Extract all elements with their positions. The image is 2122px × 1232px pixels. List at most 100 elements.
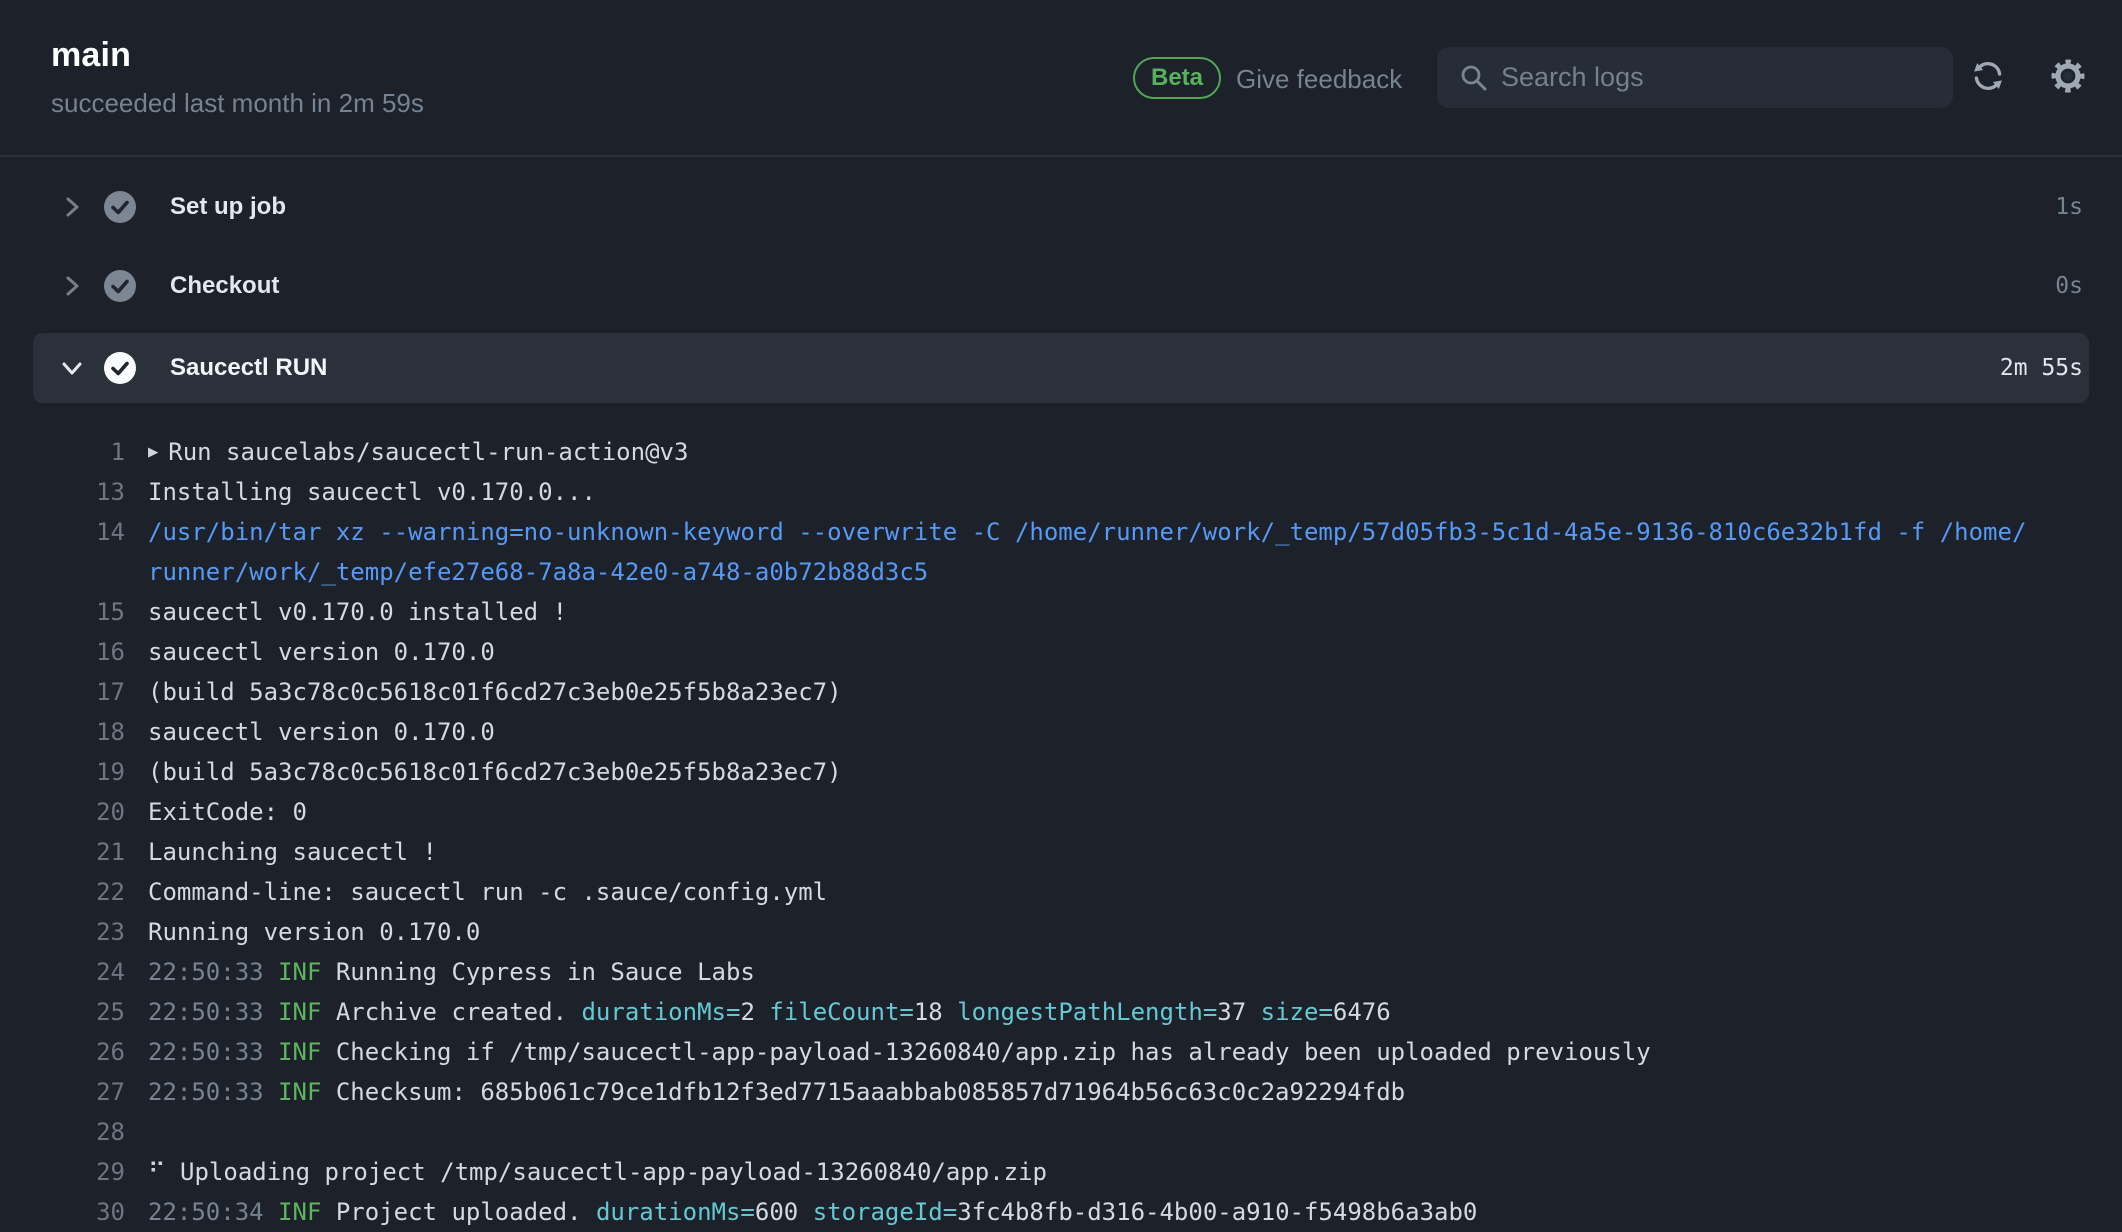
log-segment: durationMs= xyxy=(596,1198,755,1226)
log-segment: 37 xyxy=(1217,998,1260,1026)
log-line-number[interactable]: 20 xyxy=(0,792,125,832)
header: main succeeded last month in 2m 59s Beta… xyxy=(0,0,2122,157)
log-line-number[interactable]: 30 xyxy=(0,1192,125,1232)
step-duration: 2m 55s xyxy=(2000,355,2083,381)
log-segment: saucectl v0.170.0 installed ! xyxy=(148,598,567,626)
log-line-content: ⠋ Uploading project /tmp/saucectl-app-pa… xyxy=(148,1152,2030,1192)
log-segment: Running version 0.170.0 xyxy=(148,918,480,946)
log-segment: Installing saucectl v0.170.0... xyxy=(148,478,596,506)
log-segment: 22:50:33 xyxy=(148,1078,278,1106)
log-line-number[interactable]: 16 xyxy=(0,632,125,672)
log-line: 20 ExitCode: 0 xyxy=(0,792,2122,832)
log-segment: INF xyxy=(278,1198,336,1226)
log-segment: 22:50:33 xyxy=(148,958,278,986)
log-line: 30 22:50:34 INF Project uploaded. duratio… xyxy=(0,1192,2122,1232)
spinner-glyph: ⠋ xyxy=(148,1158,180,1186)
log-segment: 600 xyxy=(755,1198,813,1226)
log-line: 16 saucectl version 0.170.0 xyxy=(0,632,2122,672)
log-segment: 6476 xyxy=(1333,998,1391,1026)
actions-log-viewer: main succeeded last month in 2m 59s Beta… xyxy=(0,0,2122,1232)
step-duration: 0s xyxy=(2055,273,2083,299)
group-expand-triangle-icon: ▶ xyxy=(148,442,158,462)
beta-badge-label: Beta xyxy=(1151,64,1203,92)
beta-badge: Beta xyxy=(1133,57,1221,99)
log-segment: size= xyxy=(1261,998,1333,1026)
log-segment: (build 5a3c78c0c5618c01f6cd27c3eb0e25f5b… xyxy=(148,678,842,706)
log-line-content: Command-line: saucectl run -c .sauce/con… xyxy=(148,872,2030,912)
log-line-content: saucectl v0.170.0 installed ! xyxy=(148,592,2030,632)
refresh-icon xyxy=(1970,82,2006,97)
log-line-content: saucectl version 0.170.0 xyxy=(148,632,2030,672)
log-line-content: saucectl version 0.170.0 xyxy=(148,712,2030,752)
log-line-content: Running version 0.170.0 xyxy=(148,912,2030,952)
log-segment: Command-line: saucectl run -c .sauce/con… xyxy=(148,878,827,906)
step-row-saucectl-run[interactable]: Saucectl RUN 2m 55s xyxy=(33,333,2089,403)
log-segment: /usr/bin/tar xz --warning=no-unknown-key… xyxy=(148,518,2026,586)
log-line-content: ExitCode: 0 xyxy=(148,792,2030,832)
log-line-content: 22:50:33 INF Checking if /tmp/saucectl-a… xyxy=(148,1032,2030,1072)
log-line-number[interactable]: 21 xyxy=(0,832,125,872)
log-line-number[interactable]: 13 xyxy=(0,472,125,512)
give-feedback-link[interactable]: Give feedback xyxy=(1236,64,1402,95)
log-segment: Checksum: 685b061c79ce1dfb12f3ed7715aaab… xyxy=(336,1078,1405,1106)
log-line: 23 Running version 0.170.0 xyxy=(0,912,2122,952)
log-line: 19 (build 5a3c78c0c5618c01f6cd27c3eb0e25f… xyxy=(0,752,2122,792)
chevron-down-icon xyxy=(61,357,83,379)
log-line-number[interactable]: 14 xyxy=(0,512,125,592)
log-line-number[interactable]: 19 xyxy=(0,752,125,792)
step-name: Set up job xyxy=(170,193,286,221)
success-check-icon xyxy=(104,352,136,384)
log-segment: 3fc4b8fb-d316-4b00-a910-f5498b6a3ab0 xyxy=(957,1198,1477,1226)
log-segment: Running Cypress in Sauce Labs xyxy=(336,958,755,986)
step-row-set-up-job[interactable]: Set up job1s xyxy=(33,167,2089,247)
log-line: 13 Installing saucectl v0.170.0... xyxy=(0,472,2122,512)
log-segment: saucectl version 0.170.0 xyxy=(148,718,495,746)
log-line-number[interactable]: 17 xyxy=(0,672,125,712)
chevron-right-icon xyxy=(61,275,83,297)
log-segment: 22:50:34 xyxy=(148,1198,278,1226)
log-line-content: /usr/bin/tar xz --warning=no-unknown-key… xyxy=(148,512,2030,592)
log-line-number[interactable]: 1 xyxy=(0,432,125,472)
search-input[interactable] xyxy=(1499,61,1937,94)
step-row-checkout[interactable]: Checkout 0s xyxy=(33,246,2089,326)
log-line: 18 saucectl version 0.170.0 xyxy=(0,712,2122,752)
log-line-number[interactable]: 22 xyxy=(0,872,125,912)
search-icon xyxy=(1459,63,1489,93)
gear-icon xyxy=(2048,84,2088,99)
step-name: Checkout xyxy=(170,272,279,300)
log-line-content: 22:50:34 INF Project uploaded. durationM… xyxy=(148,1192,2030,1232)
log-segment: INF xyxy=(278,958,336,986)
log-segment: 22:50:33 xyxy=(148,1038,278,1066)
log-line-content: 22:50:33 INF Archive created. durationMs… xyxy=(148,992,2030,1032)
log-line: 14/usr/bin/tar xz --warning=no-unknown-k… xyxy=(0,512,2122,592)
log-line-content: 22:50:33 INF Checksum: 685b061c79ce1dfb1… xyxy=(148,1072,2030,1112)
log-segment: Project uploaded. xyxy=(336,1198,596,1226)
log-line-number[interactable]: 26 xyxy=(0,1032,125,1072)
log-line: 22 Command-line: saucectl run -c .sauce/c… xyxy=(0,872,2122,912)
step-name: Saucectl RUN xyxy=(170,354,327,382)
log-line-content: 22:50:33 INF Running Cypress in Sauce La… xyxy=(148,952,2030,992)
log-line: 24 22:50:33 INF Running Cypress in Sauce … xyxy=(0,952,2122,992)
refresh-button[interactable] xyxy=(1970,58,2006,94)
log-panel: 1▶Run saucelabs/saucectl-run-action@v313… xyxy=(0,432,2122,1232)
log-line-number[interactable]: 28 xyxy=(0,1112,125,1152)
log-line-number[interactable]: 29 xyxy=(0,1152,125,1192)
log-segment: Uploading project /tmp/saucectl-app-payl… xyxy=(180,1158,1047,1186)
log-line-number[interactable]: 24 xyxy=(0,952,125,992)
log-segment: 2 xyxy=(740,998,769,1026)
log-line: 29 ⠋ Uploading project /tmp/saucectl-app-… xyxy=(0,1152,2122,1192)
log-line: 1▶Run saucelabs/saucectl-run-action@v3 xyxy=(0,432,2122,472)
log-line-number[interactable]: 23 xyxy=(0,912,125,952)
search-box[interactable] xyxy=(1437,47,1953,108)
log-line-number[interactable]: 18 xyxy=(0,712,125,752)
log-line-number[interactable]: 25 xyxy=(0,992,125,1032)
log-line-content: (build 5a3c78c0c5618c01f6cd27c3eb0e25f5b… xyxy=(148,672,2030,712)
log-line-content xyxy=(148,1112,2030,1152)
log-line-number[interactable]: 27 xyxy=(0,1072,125,1112)
settings-button[interactable] xyxy=(2048,56,2088,96)
log-line-number[interactable]: 15 xyxy=(0,592,125,632)
log-line: 17 (build 5a3c78c0c5618c01f6cd27c3eb0e25f… xyxy=(0,672,2122,712)
page-title: main xyxy=(51,36,131,75)
log-segment: (build 5a3c78c0c5618c01f6cd27c3eb0e25f5b… xyxy=(148,758,842,786)
chevron-right-icon xyxy=(61,196,83,218)
